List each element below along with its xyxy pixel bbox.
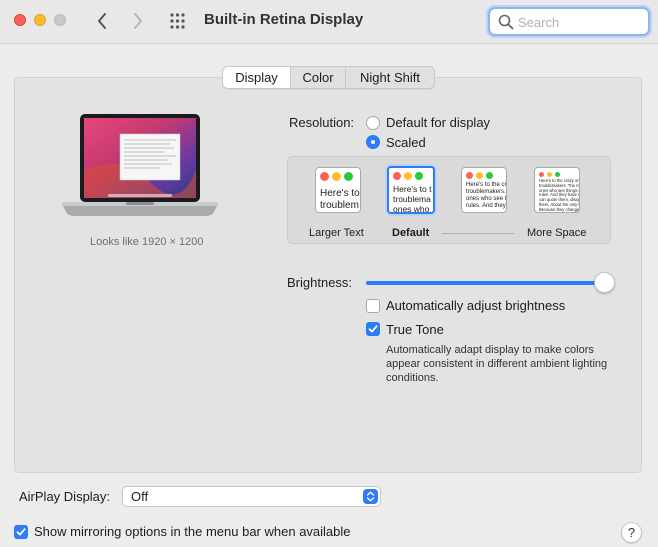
more-space-label: More Space [527, 227, 587, 239]
thumbnail-text: Here's to the cr troublemakers. ones who… [466, 182, 507, 209]
title-bar: Built-in Retina Display [0, 0, 658, 44]
true-tone-checkbox[interactable] [366, 322, 380, 336]
chevron-left-icon [98, 13, 106, 29]
zoom-window-button[interactable] [54, 14, 66, 26]
forward-button[interactable] [127, 9, 149, 33]
thumbnail-text: Here's to troublem [320, 188, 360, 211]
scaled-option-larger-text[interactable]: Here's to troublem [315, 167, 361, 213]
looks-like-resolution: Looks like 1920 × 1200 [90, 236, 204, 248]
checkmark-icon [16, 528, 26, 536]
scaled-option-more-space[interactable]: Here's to the crazy one troublemakers. T… [534, 167, 580, 213]
brightness-slider-track[interactable] [366, 281, 605, 285]
search-field[interactable] [488, 7, 650, 36]
scaled-label[interactable]: Scaled [386, 135, 426, 150]
default-for-display-label[interactable]: Default for display [386, 115, 490, 130]
tab-bar: Display Color Night Shift [222, 66, 435, 89]
auto-brightness-label[interactable]: Automatically adjust brightness [386, 298, 565, 313]
true-tone-label[interactable]: True Tone [386, 322, 444, 337]
minimize-window-button[interactable] [34, 14, 46, 26]
search-input[interactable] [518, 13, 643, 31]
brightness-slider-knob[interactable] [593, 272, 615, 293]
laptop-preview-image [60, 112, 220, 225]
airplay-display-select[interactable]: Off [122, 486, 381, 507]
scale-divider [442, 233, 514, 234]
chevron-right-icon [134, 13, 142, 29]
brightness-label: Brightness: [287, 275, 353, 290]
search-icon [498, 14, 514, 30]
auto-brightness-checkbox[interactable] [366, 299, 380, 313]
tab-display[interactable]: Display [223, 67, 291, 88]
close-window-button[interactable] [14, 14, 26, 26]
airplay-selected-value: Off [131, 489, 149, 504]
thumbnail-text: Here's to the crazy one troublemakers. T… [539, 178, 580, 212]
default-for-display-radio[interactable] [366, 116, 380, 130]
scaled-option-default[interactable]: Here's to t troublema ones who [387, 166, 435, 214]
tab-color[interactable]: Color [291, 67, 346, 88]
default-label: Default [392, 227, 430, 239]
back-button[interactable] [91, 9, 113, 33]
true-tone-description: Automatically adapt display to make colo… [386, 344, 608, 384]
grid-icon [170, 13, 185, 29]
show-mirroring-label[interactable]: Show mirroring options in the menu bar w… [34, 524, 351, 539]
scaled-option-medium[interactable]: Here's to the cr troublemakers. ones who… [461, 167, 507, 213]
show-mirroring-checkbox[interactable] [14, 525, 28, 539]
thumbnail-text: Here's to t troublema ones who [393, 184, 432, 214]
checkmark-icon [368, 325, 378, 333]
help-button[interactable]: ? [621, 522, 642, 543]
up-down-chevron-icon [363, 489, 378, 504]
window-title: Built-in Retina Display [204, 11, 364, 28]
resolution-label: Resolution: [289, 115, 355, 130]
show-all-button[interactable] [169, 12, 189, 30]
larger-text-label: Larger Text [309, 227, 364, 239]
airplay-display-label: AirPlay Display: [19, 489, 111, 504]
scaled-radio[interactable] [366, 135, 380, 149]
tab-night-shift[interactable]: Night Shift [346, 67, 434, 88]
